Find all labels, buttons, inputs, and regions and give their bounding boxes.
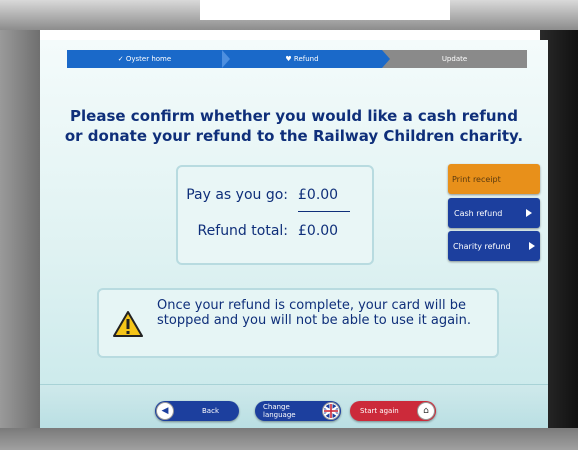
refund-total-label: Refund total: (197, 223, 288, 239)
home-icon: ⌂ (417, 402, 435, 420)
question-line: Please confirm whether you would like a … (70, 107, 518, 125)
play-arrow-icon (529, 242, 535, 250)
bezel-bottom (0, 428, 578, 450)
refund-total-value: £0.00 (298, 223, 339, 239)
pay-as-you-go-row: Pay as you go: £0.00 (178, 187, 372, 209)
progress-chevron (382, 50, 390, 68)
refund-total-row: Refund total: £0.00 (178, 223, 372, 245)
warning-text: Once your refund is complete, your card … (157, 298, 472, 328)
change-language-button[interactable]: Change language (255, 401, 341, 421)
pay-as-you-go-label: Pay as you go: (186, 187, 288, 203)
charity-refund-button[interactable]: Charity refund (448, 231, 540, 261)
refund-summary-panel: Pay as you go: £0.00 Refund total: £0.00 (176, 165, 374, 265)
summary-divider (298, 211, 350, 212)
pay-as-you-go-value: £0.00 (298, 187, 339, 203)
union-flag-icon (322, 402, 340, 420)
warning-triangle-icon (113, 311, 143, 337)
start-again-label: Start again (360, 407, 399, 415)
print-receipt-button[interactable]: Print receipt (448, 164, 540, 194)
progress-chevron (222, 50, 230, 68)
progress-step-oyster-home: ✓ Oyster home (67, 50, 222, 68)
play-arrow-icon (526, 209, 532, 217)
confirmation-question: Please confirm whether you would like a … (40, 106, 548, 146)
progress-step-label: ♥ Refund (285, 55, 319, 63)
progress-step-label: Update (441, 55, 468, 63)
cash-refund-label: Cash refund (454, 208, 503, 218)
kiosk-screen: ✓ Oyster home ♥ Refund Update Please con… (40, 40, 548, 428)
start-again-button[interactable]: Start again ⌂ (350, 401, 436, 421)
bezel-left (0, 30, 40, 430)
back-label: Back (202, 407, 219, 415)
progress-step-label: ✓ Oyster home (117, 55, 172, 63)
back-arrow-icon: ◀ (156, 402, 174, 420)
print-receipt-label: Print receipt (452, 174, 501, 184)
warning-panel: Once your refund is complete, your card … (97, 288, 499, 358)
cash-refund-button[interactable]: Cash refund (448, 198, 540, 228)
charity-refund-label: Charity refund (453, 241, 511, 251)
top-banner-fragment (200, 0, 450, 20)
progress-step-update: Update (382, 50, 527, 68)
question-line: or donate your refund to the Railway Chi… (64, 127, 524, 145)
back-button[interactable]: ◀ Back (155, 401, 239, 421)
footer-bar: ◀ Back Change language Start again ⌂ (40, 384, 548, 428)
change-language-label: Change language (263, 403, 296, 419)
progress-bar: ✓ Oyster home ♥ Refund Update (67, 50, 527, 68)
progress-step-refund: ♥ Refund (222, 50, 382, 68)
